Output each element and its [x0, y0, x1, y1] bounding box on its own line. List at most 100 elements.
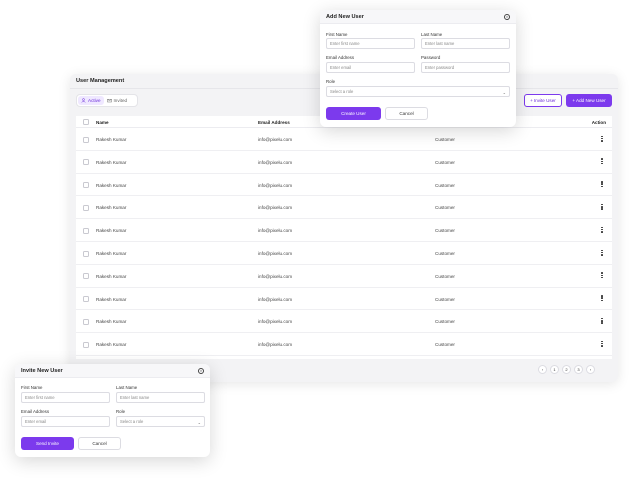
- row-role: Customer: [435, 137, 455, 142]
- modal-header: Invite New User ×: [15, 364, 210, 378]
- role-select-value: Select a role: [120, 419, 144, 424]
- cancel-button[interactable]: Cancel: [385, 107, 428, 120]
- col-email: Email Address: [258, 120, 290, 125]
- invite-user-button[interactable]: + Invite User: [524, 94, 562, 107]
- last-name-label: Last Name: [421, 32, 443, 37]
- prev-page-button[interactable]: ‹: [538, 365, 547, 374]
- row-name: Rakesh Kumar: [96, 296, 127, 302]
- add-user-button[interactable]: + Add New User: [566, 94, 612, 107]
- page-2-button[interactable]: 2: [562, 365, 571, 374]
- last-name-input[interactable]: Enter last name: [421, 38, 510, 49]
- first-name-input[interactable]: Enter first name: [326, 38, 415, 49]
- row-checkbox[interactable]: [83, 318, 89, 325]
- last-name-input[interactable]: Enter last name: [116, 392, 205, 403]
- row-checkbox[interactable]: [83, 136, 89, 143]
- row-name: Rakesh Kumar: [96, 251, 127, 256]
- table-row: Rakesh Kumar info@pixelu.com Customer: [76, 174, 612, 197]
- tab-invited-label: Invited: [113, 98, 128, 103]
- close-icon[interactable]: ×: [198, 368, 204, 374]
- row-email: info@pixelu.com: [258, 159, 293, 165]
- row-checkbox[interactable]: [83, 296, 89, 303]
- more-options-icon[interactable]: [601, 203, 603, 211]
- more-options-icon[interactable]: [601, 249, 603, 257]
- first-name-input[interactable]: Enter first name: [21, 392, 110, 403]
- row-role: Customer: [435, 228, 455, 234]
- plus-icon: +: [530, 98, 533, 103]
- user-icon: [81, 98, 86, 103]
- row-email: info@pixelu.com: [258, 319, 293, 325]
- more-options-icon[interactable]: [601, 135, 603, 143]
- role-select[interactable]: Select a role ⌄: [116, 416, 205, 427]
- role-label: Role: [116, 409, 126, 414]
- tab-active-label: Active: [88, 98, 101, 103]
- row-checkbox[interactable]: [83, 204, 89, 211]
- more-options-icon[interactable]: [601, 317, 603, 325]
- row-name: Rakesh Kumar: [96, 273, 127, 279]
- row-role: Customer: [435, 205, 455, 211]
- email-label: Email Address: [326, 55, 355, 60]
- row-name: Rakesh Kumar: [96, 228, 127, 234]
- mail-icon: [106, 99, 112, 103]
- more-options-icon[interactable]: [601, 226, 603, 234]
- send-invite-button[interactable]: Send Invite: [21, 437, 74, 450]
- password-input[interactable]: Enter password: [421, 62, 510, 73]
- email-input[interactable]: Enter email: [326, 62, 415, 73]
- table-row: Rakesh Kumar info@pixelu.com Customer: [76, 333, 612, 356]
- first-name-label: First Name: [326, 32, 348, 37]
- users-table: Name Email Address Action Rakesh Kumar in…: [76, 116, 612, 359]
- row-name: Rakesh Kumar: [96, 159, 127, 165]
- row-email: info@pixelu.com: [258, 342, 293, 348]
- row-role: Customer: [435, 251, 455, 256]
- close-icon[interactable]: ×: [504, 14, 510, 20]
- row-role: Customer: [435, 159, 455, 165]
- row-role: Customer: [435, 273, 455, 279]
- page-title: User Management: [76, 78, 125, 84]
- cancel-button[interactable]: Cancel: [78, 437, 121, 450]
- plus-icon: +: [572, 98, 576, 103]
- row-checkbox[interactable]: [83, 341, 89, 348]
- tab-invited[interactable]: Invited: [104, 96, 131, 105]
- add-user-modal: Add New User × First Name Enter first na…: [320, 10, 516, 127]
- last-name-label: Last Name: [116, 385, 138, 390]
- create-user-button[interactable]: Create User: [326, 107, 381, 120]
- row-name: Rakesh Kumar: [96, 182, 127, 188]
- table-row: Rakesh Kumar info@pixelu.com Customer: [76, 288, 612, 311]
- row-name: Rakesh Kumar: [96, 319, 127, 325]
- table-row: Rakesh Kumar info@pixelu.com Customer: [76, 128, 612, 151]
- chevron-down-icon: ⌄: [197, 420, 201, 425]
- page-3-button[interactable]: 3: [574, 365, 583, 374]
- row-checkbox[interactable]: [83, 250, 89, 257]
- table-row: Rakesh Kumar info@pixelu.com Customer: [76, 196, 612, 220]
- tab-active[interactable]: Active: [78, 96, 104, 105]
- select-all-checkbox[interactable]: [83, 119, 89, 125]
- more-options-icon[interactable]: [601, 158, 603, 165]
- row-email: info@pixelu.com: [258, 137, 293, 142]
- row-checkbox[interactable]: [83, 227, 89, 234]
- table-row: Rakesh Kumar info@pixelu.com Customer: [76, 219, 612, 242]
- modal-title: Invite New User: [21, 368, 63, 374]
- row-checkbox[interactable]: [83, 182, 89, 189]
- more-options-icon[interactable]: [601, 340, 603, 348]
- table-row: Rakesh Kumar info@pixelu.com Customer: [76, 151, 612, 174]
- col-name: Name: [96, 120, 109, 125]
- more-options-icon[interactable]: [601, 181, 603, 188]
- table-row: Rakesh Kumar info@pixelu.com Customer: [76, 265, 612, 288]
- row-email: info@pixelu.com: [258, 228, 293, 234]
- table-row: Rakesh Kumar info@pixelu.com Customer: [76, 310, 612, 334]
- pagination: ‹ 1 2 3 ›: [538, 365, 595, 374]
- next-page-button[interactable]: ›: [586, 365, 595, 374]
- row-role: Customer: [435, 342, 455, 348]
- role-select[interactable]: Select a role ⌄: [326, 86, 510, 97]
- invite-user-label: Invite User: [533, 98, 556, 103]
- more-options-icon[interactable]: [601, 272, 603, 279]
- more-options-icon[interactable]: [601, 295, 603, 302]
- page-1-button[interactable]: 1: [550, 365, 559, 374]
- table-row: Rakesh Kumar info@pixelu.com Customer: [76, 242, 612, 265]
- row-email: info@pixelu.com: [258, 182, 293, 188]
- email-input[interactable]: Enter email: [21, 416, 110, 427]
- row-checkbox[interactable]: [83, 159, 89, 166]
- email-label: Email Address: [21, 409, 50, 414]
- row-role: Customer: [435, 319, 455, 325]
- modal-header: Add New User ×: [320, 10, 516, 24]
- row-checkbox[interactable]: [83, 273, 89, 280]
